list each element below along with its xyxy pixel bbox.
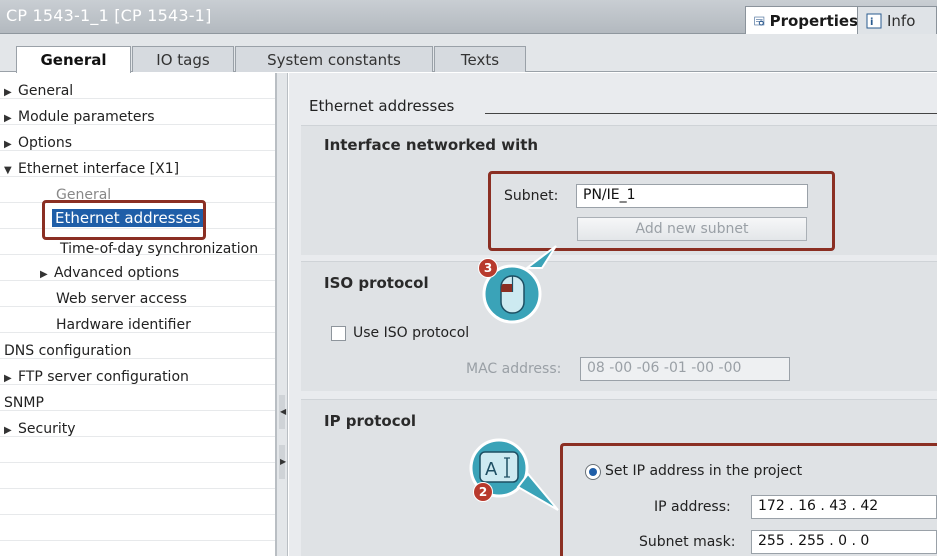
expand-arrow-icon: ▶ [40, 269, 48, 280]
nav-item-hardware-identifier[interactable]: Hardware identifier [56, 317, 191, 333]
navigation-tree: ▶ General ▶ Module parameters ▶ Options ▼ Et… [0, 73, 276, 556]
nav-item-snmp[interactable]: SNMP [4, 395, 44, 411]
iso-title: ISO protocol [324, 274, 429, 292]
nav-item-ethernet-interface[interactable]: ▼ Ethernet interface [X1] [4, 161, 179, 177]
highlight-ip-settings [560, 443, 937, 556]
expand-arrow-icon: ▶ [4, 425, 12, 436]
tab-io-tags[interactable]: IO tags [132, 46, 234, 72]
mouse-click-callout [482, 245, 557, 324]
info-icon: i [866, 13, 882, 28]
nav-item-web-server-access[interactable]: Web server access [56, 291, 187, 307]
content-area: Ethernet addresses Interface networked w… [289, 73, 937, 556]
title-bar: CP 1543-1_1 [CP 1543-1] Properties i Inf… [0, 0, 937, 34]
nav-item-options[interactable]: ▶ Options [4, 135, 72, 151]
nav-item-ftp-server-configuration[interactable]: ▶ FTP server configuration [4, 369, 189, 385]
nav-item-label: Module parameters [18, 109, 155, 125]
nav-item-label: Advanced options [54, 265, 180, 281]
section-title: Ethernet addresses [309, 97, 455, 115]
use-iso-checkbox[interactable] [331, 326, 346, 341]
svg-text:A: A [485, 459, 498, 480]
highlight-ethernet-addresses [42, 200, 206, 240]
tab-properties[interactable]: Properties [745, 6, 867, 34]
section-divider [485, 113, 937, 114]
nav-item-label: Security [18, 421, 76, 437]
expand-arrow-icon: ▶ [4, 87, 12, 98]
tab-general[interactable]: General [16, 46, 131, 73]
nav-item-label: Options [18, 135, 73, 151]
splitter[interactable]: ◀ ▶ [276, 73, 288, 556]
svg-text:i: i [870, 17, 873, 28]
expand-arrow-icon: ▶ [4, 139, 12, 150]
expand-arrow-icon: ▶ [4, 373, 12, 384]
nav-item-module-parameters[interactable]: ▶ Module parameters [4, 109, 155, 125]
collapse-left-icon: ◀ [280, 407, 287, 416]
mac-address-field[interactable]: 08 -00 -06 -01 -00 -00 [580, 357, 790, 381]
nav-item-dns-configuration[interactable]: DNS configuration [4, 343, 131, 359]
nav-item-label: Ethernet interface [X1] [18, 161, 180, 177]
nav-item-security[interactable]: ▶ Security [4, 421, 76, 437]
text-input-callout: A [469, 438, 559, 511]
interface-title: Interface networked with [324, 136, 539, 154]
collapse-arrow-icon: ▼ [4, 165, 12, 176]
tab-row: General IO tags System constants Texts [0, 34, 937, 73]
splitter-handle[interactable]: ◀ [279, 395, 287, 429]
properties-icon [754, 16, 765, 25]
tab-texts[interactable]: Texts [434, 46, 526, 72]
nav-item-advanced-options[interactable]: ▶ Advanced options [40, 265, 179, 281]
nav-item-label: FTP server configuration [18, 369, 189, 385]
tab-system-constants[interactable]: System constants [235, 46, 433, 72]
nav-item-general[interactable]: ▶ General [4, 83, 73, 99]
ip-title: IP protocol [324, 412, 417, 430]
splitter-handle[interactable]: ▶ [279, 445, 287, 479]
step-3-badge: 3 [478, 258, 498, 278]
tab-info-label: Info [887, 11, 916, 30]
window-title: CP 1543-1_1 [CP 1543-1] [6, 6, 212, 25]
expand-arrow-icon: ▶ [4, 113, 12, 124]
use-iso-label: Use ISO protocol [353, 325, 470, 341]
nav-item-time-sync[interactable]: Time-of-day synchronization [60, 241, 258, 257]
step-2-badge: 2 [473, 482, 493, 502]
expand-right-icon: ▶ [280, 457, 287, 466]
tab-properties-label: Properties [769, 11, 858, 30]
mac-address-label: MAC address: [466, 361, 562, 377]
tab-info[interactable]: i Info [857, 6, 937, 34]
nav-item-label: General [18, 83, 74, 99]
